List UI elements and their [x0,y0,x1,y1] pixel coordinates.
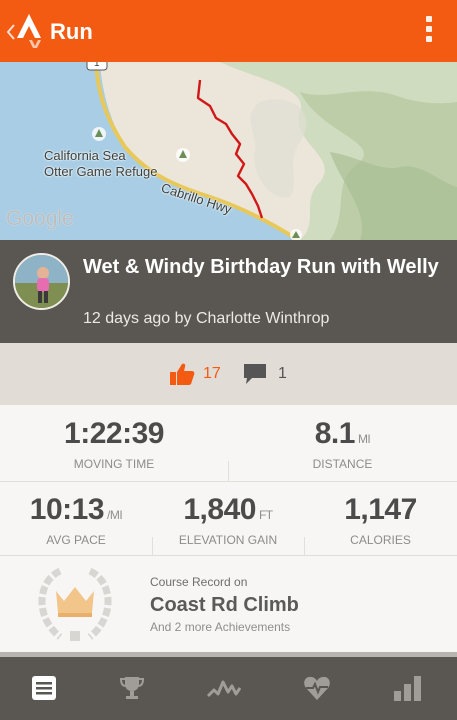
achievement-segment: Coast Rd Climb [150,594,299,616]
stat-distance: 8.1 MI DISTANCE [228,417,457,471]
moving-time-value: 1:22:39 [64,417,164,450]
stat-moving-time: 1:22:39 MOVING TIME [0,417,228,471]
avg-pace-label: AVG PACE [46,533,106,547]
activity-subtitle: 12 days ago by Charlotte Winthrop [83,310,330,327]
route-map[interactable]: 1 California Sea Otter Game Refuge Cabri… [0,62,457,240]
tab-analysis[interactable] [206,671,242,705]
trophy-icon [119,677,145,699]
map-label-refuge: California Sea Otter Game Refuge [44,148,158,179]
comment-icon [244,364,266,384]
divider [0,481,457,482]
elevation-value: 1,840 [183,493,256,526]
comments-button[interactable]: 1 [242,362,292,386]
google-attribution: Google [6,207,74,230]
stat-avg-pace: 10:13/MI AVG PACE [0,493,152,547]
stats-panel: 1:22:39 MOVING TIME 8.1 MI DISTANCE 10:13… [0,405,457,556]
tab-splits[interactable] [390,671,426,705]
stat-calories: 1,147 CALORIES [304,493,457,547]
kudos-count: 17 [203,365,221,382]
distance-unit: MI [357,432,371,446]
elevation-unit: FT [258,508,273,522]
thumbs-up-icon [170,363,195,385]
activity-title: Wet & Windy Birthday Run with Welly [83,256,439,278]
bottom-tab-bar [0,657,457,720]
calories-label: CALORIES [350,533,411,547]
tab-overview[interactable] [26,671,62,705]
tab-heart-rate[interactable] [299,671,335,705]
bar-chart-icon [394,676,421,701]
achievement-more: And 2 more Achievements [150,620,291,634]
divider [228,461,229,481]
comments-count: 1 [278,365,287,382]
achievement-row[interactable]: Course Record on Coast Rd Climb And 2 mo… [0,556,457,652]
moving-time-label: MOVING TIME [73,457,155,471]
activity-header: Wet & Windy Birthday Run with Welly 12 d… [0,240,457,343]
kudos-button[interactable]: 17 [169,362,227,386]
divider [304,537,305,555]
avg-pace-unit: /MI [107,508,123,522]
tab-achievements[interactable] [114,671,150,705]
crown-laurel-icon [38,567,112,641]
pace-chart-icon [207,680,241,698]
social-bar: 17 1 [0,343,457,405]
highway-shield: 1 [94,62,100,69]
distance-label: DISTANCE [312,457,373,471]
app-title: Run [50,19,93,44]
elevation-label: ELEVATION GAIN [178,533,278,547]
overflow-menu-icon[interactable] [425,16,433,46]
heart-rate-icon [304,676,330,700]
distance-value: 8.1 [314,417,356,450]
divider [152,537,153,555]
stat-elevation-gain: 1,840 FT ELEVATION GAIN [152,493,304,547]
app-bar: Run [0,0,457,62]
document-icon [32,676,56,700]
avg-pace-value: 10:13 [29,493,105,526]
achievement-small-label: Course Record on [150,575,248,589]
calories-value: 1,147 [344,493,417,526]
strava-logo-icon[interactable] [14,12,44,48]
athlete-avatar[interactable] [13,253,70,310]
